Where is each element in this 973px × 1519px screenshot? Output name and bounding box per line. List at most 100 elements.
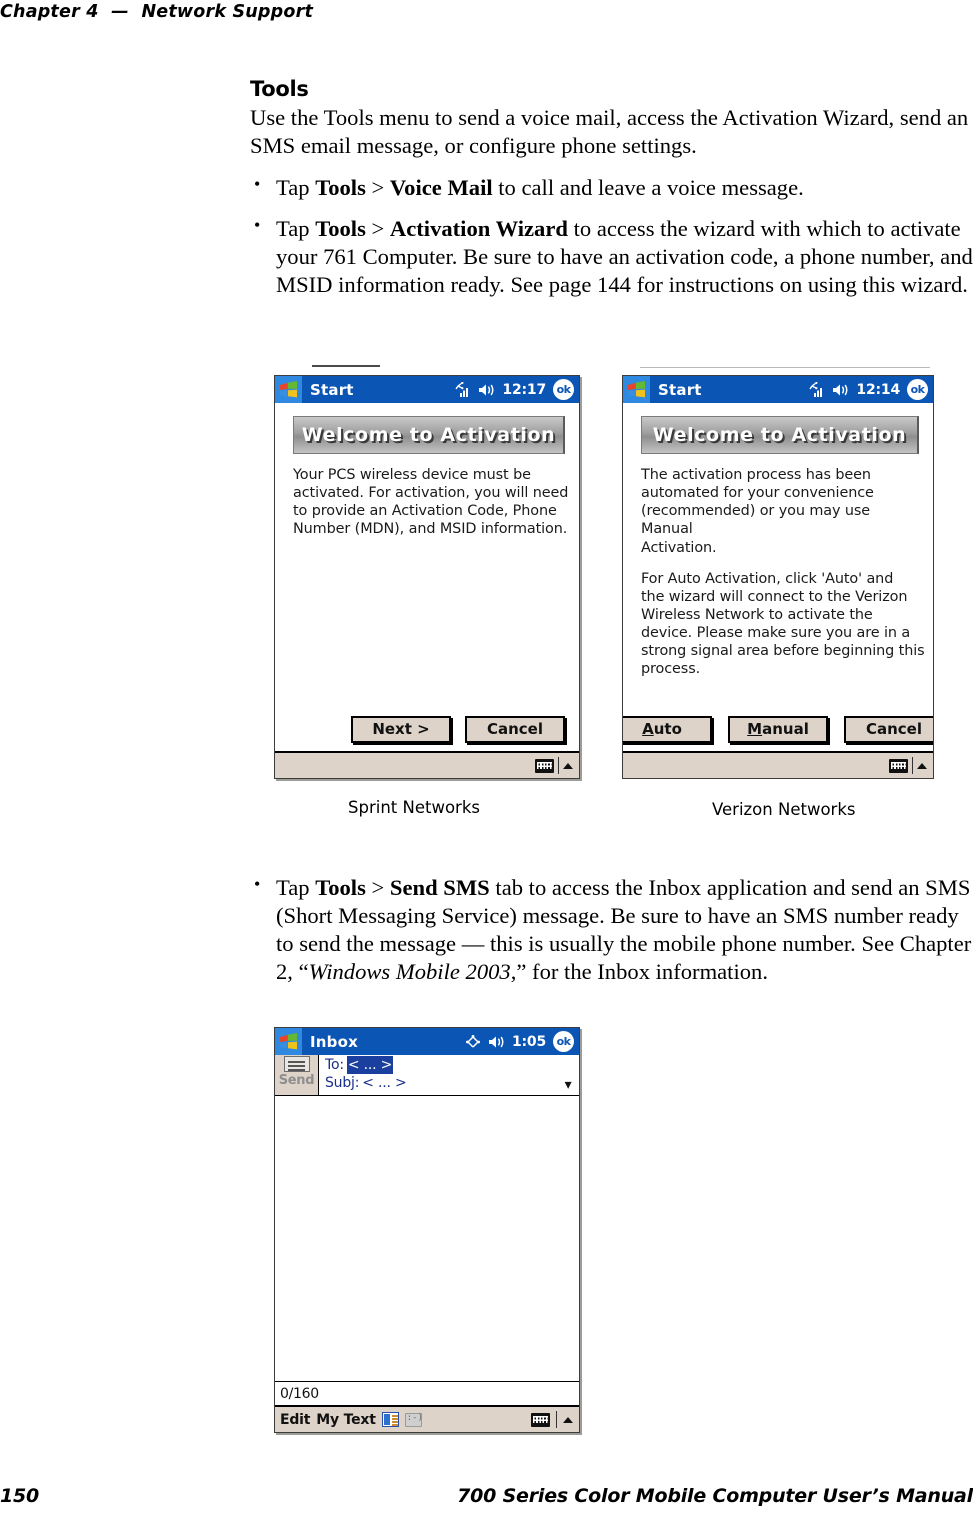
- wizard-banner-label: Welcome to Activation: [652, 424, 907, 446]
- running-head: Chapter 4 — Network Support: [0, 2, 314, 22]
- footer-manual-title: 700 Series Color Mobile Computer User’s …: [457, 1485, 973, 1507]
- start-button[interactable]: [275, 1028, 302, 1055]
- manual-button[interactable]: Manual: [728, 716, 828, 743]
- pda-screen: Start 12:14 ok Welcome to Activation The…: [622, 375, 934, 779]
- figure-verizon-activation: Start 12:14 ok Welcome to Activation The…: [622, 375, 934, 779]
- connectivity-icon[interactable]: [465, 1034, 481, 1050]
- pda-screen: Start 12:17 ok Welcome to Activation You…: [274, 375, 580, 779]
- wizard-banner: Welcome to Activation: [293, 416, 565, 454]
- pda-client-area: Welcome to Activation The activation pro…: [623, 403, 933, 751]
- scan-artifact-line: [312, 365, 380, 367]
- clock-label[interactable]: 12:14: [856, 382, 900, 398]
- sip-divider: [556, 1411, 557, 1428]
- cancel-button[interactable]: Cancel: [465, 716, 565, 743]
- subject-label: Subj:: [325, 1075, 360, 1092]
- wizard-banner: Welcome to Activation: [641, 416, 919, 454]
- my-text-menu[interactable]: My Text: [316, 1412, 376, 1428]
- character-counter: 0/160: [275, 1382, 579, 1407]
- signal-bars-icon[interactable]: [455, 381, 471, 398]
- start-label: Start: [310, 380, 354, 399]
- chevron-double-down-icon[interactable]: ▾: [565, 1078, 573, 1092]
- message-body-input[interactable]: [275, 1096, 579, 1382]
- pda-titlebar: Start 12:14 ok: [623, 376, 933, 403]
- subject-field-row[interactable]: Subj: < ... >: [325, 1074, 579, 1092]
- keyboard-icon[interactable]: [535, 758, 554, 773]
- inbox-menubar: Edit My Text: [275, 1407, 579, 1432]
- clock-label[interactable]: 12:17: [502, 382, 546, 398]
- footer-page-number: 150: [0, 1485, 40, 1507]
- edit-menu[interactable]: Edit: [280, 1412, 310, 1428]
- cancel-button[interactable]: Cancel: [844, 716, 933, 743]
- speaker-icon[interactable]: [478, 383, 495, 397]
- mytext-list-icon[interactable]: [381, 1412, 399, 1427]
- bullet-bold-command: Activation Wizard: [389, 215, 568, 241]
- intro-paragraph: Use the Tools menu to send a voice mail,…: [250, 105, 969, 158]
- start-button[interactable]: [623, 376, 650, 403]
- send-button[interactable]: Send: [275, 1055, 319, 1095]
- subject-input[interactable]: < ... >: [362, 1074, 407, 1092]
- triangle-up-icon[interactable]: [563, 1416, 573, 1423]
- bullet-bold-tools: Tools: [315, 215, 366, 241]
- bullet-separator: >: [365, 215, 390, 241]
- pda-screen: Inbox 1:05 ok Send To: < ... > Subj: < .…: [274, 1027, 580, 1433]
- bullet-bold-tools: Tools: [315, 875, 366, 900]
- wizard-button-row: Next > Cancel: [275, 716, 579, 743]
- accel-letter: A: [642, 720, 654, 738]
- wizard-button-row: Auto Manual Cancel: [623, 716, 933, 743]
- wizard-banner-label: Welcome to Activation: [301, 424, 556, 446]
- keyboard-icon[interactable]: [889, 758, 908, 773]
- figure-caption-verizon: Verizon Networks: [712, 800, 856, 819]
- figure-inbox-sms: Inbox 1:05 ok Send To: < ... > Subj: < .…: [274, 1027, 580, 1433]
- auto-button[interactable]: Auto: [623, 716, 712, 743]
- figure-sprint-activation: Start 12:17 ok Welcome to Activation You…: [274, 375, 580, 779]
- triangle-up-icon[interactable]: [917, 762, 927, 769]
- bullet-rest: to call and leave a voice message.: [492, 174, 804, 200]
- keyboard-icon[interactable]: [531, 1412, 550, 1427]
- soft-input-panel-bar: [275, 751, 579, 778]
- emoticon-icon[interactable]: [404, 1412, 423, 1427]
- bullet-separator: >: [365, 174, 390, 200]
- to-field-row[interactable]: To: < ... >: [325, 1056, 579, 1075]
- bullet-lead: Tap: [276, 215, 316, 241]
- ok-button[interactable]: ok: [553, 379, 574, 400]
- sip-divider: [912, 757, 913, 774]
- speaker-icon[interactable]: [832, 383, 849, 397]
- start-button[interactable]: [275, 376, 302, 403]
- content-column-bottom: Tap Tools > Send SMS tab to access the I…: [250, 873, 973, 1000]
- bullet-italic-title: Windows Mobile 2003: [308, 959, 511, 985]
- bullet-list-sms: Tap Tools > Send SMS tab to access the I…: [250, 873, 973, 987]
- next-button[interactable]: Next >: [351, 716, 451, 743]
- windows-flag-icon: [280, 381, 297, 398]
- bullet-list: Tap Tools > Voice Mail to call and leave…: [250, 173, 973, 300]
- triangle-up-icon[interactable]: [563, 762, 573, 769]
- list-item: Tap Tools > Send SMS tab to access the I…: [250, 873, 973, 987]
- content-column-top: Tools Use the Tools menu to send a voice…: [250, 78, 973, 312]
- bullet-bold-command: Send SMS: [389, 875, 490, 900]
- windows-flag-icon: [280, 1033, 297, 1050]
- wizard-paragraph: Your PCS wireless device must be activat…: [293, 467, 569, 538]
- ok-button[interactable]: ok: [907, 379, 928, 400]
- signal-bars-icon[interactable]: [809, 381, 825, 398]
- titlebar-status-area: 12:14 ok: [809, 379, 933, 400]
- speaker-icon[interactable]: [488, 1035, 505, 1049]
- clock-label[interactable]: 1:05: [512, 1034, 546, 1050]
- to-input[interactable]: < ... >: [346, 1056, 394, 1075]
- envelope-icon: [283, 1056, 310, 1072]
- button-label: uto: [653, 720, 682, 738]
- pda-titlebar: Inbox 1:05 ok: [275, 1028, 579, 1055]
- send-label: Send: [278, 1073, 315, 1088]
- windows-flag-icon: [628, 381, 645, 398]
- sip-divider: [558, 757, 559, 774]
- list-item: Tap Tools > Activation Wizard to access …: [250, 214, 973, 299]
- wizard-paragraph: For Auto Activation, click 'Auto' and th…: [641, 570, 925, 678]
- titlebar-status-area: 1:05 ok: [465, 1031, 579, 1052]
- list-item: Tap Tools > Voice Mail to call and leave…: [250, 173, 973, 202]
- bullet-tail: ,” for the Inbox information.: [510, 959, 768, 985]
- button-label: anual: [762, 720, 809, 738]
- ok-button[interactable]: ok: [553, 1031, 574, 1052]
- page-title: Tools: [250, 77, 309, 101]
- bullet-lead: Tap: [276, 174, 316, 200]
- titlebar-status-area: 12:17 ok: [455, 379, 579, 400]
- to-label: To:: [325, 1057, 344, 1073]
- scan-artifact-line: [640, 367, 930, 368]
